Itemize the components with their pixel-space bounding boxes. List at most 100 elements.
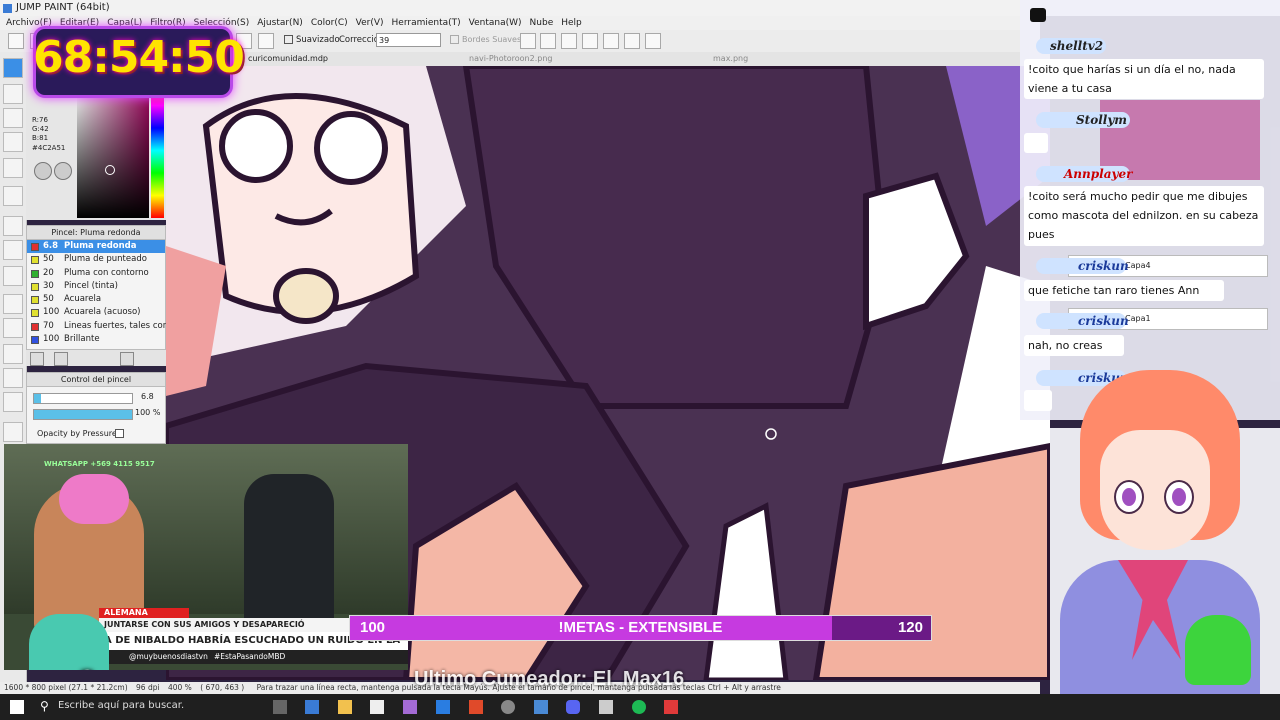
opacity-slider[interactable] <box>33 409 133 420</box>
menu-item[interactable]: Nube <box>530 16 554 30</box>
discord-icon[interactable] <box>566 700 580 714</box>
eyedropper-tool-icon[interactable] <box>3 344 23 364</box>
tool-button-6[interactable] <box>624 33 640 49</box>
brush-size: 20 <box>43 267 54 278</box>
color-b: B:81 <box>32 134 49 142</box>
menu-item[interactable]: Ventana(W) <box>469 16 522 30</box>
correccion-select[interactable]: 39 <box>376 33 441 47</box>
status-dpi: 96 dpi <box>136 683 160 692</box>
brush-size: 100 <box>43 307 60 318</box>
windows-start-icon[interactable] <box>10 700 24 714</box>
suavizado-label: Suavizado <box>296 35 340 45</box>
hue-slider[interactable] <box>151 83 164 218</box>
select-rect-tool-icon[interactable] <box>3 132 23 152</box>
menu-item[interactable]: Ajustar(N) <box>257 16 303 30</box>
brush-name: Pluma de punteado <box>64 254 147 265</box>
brush-item[interactable]: 70 Lineas fuertes, tales con <box>27 320 168 333</box>
fill-rect-tool-icon[interactable] <box>3 216 23 236</box>
brush-name: Pluma redonda <box>64 241 137 251</box>
tool-button-4[interactable] <box>582 33 598 49</box>
lasso-tool-icon[interactable] <box>3 294 23 314</box>
brush-color-swatch <box>31 336 39 345</box>
ticker-line-1: JUNTARSE CON SUS AMIGOS Y DESAPARECIÓ <box>104 620 305 629</box>
tool-button-1[interactable] <box>520 33 536 49</box>
text-tool-icon[interactable] <box>3 422 23 442</box>
brave-icon[interactable] <box>469 700 483 714</box>
brush-item[interactable]: 100 Acuarela (acuoso) <box>27 306 165 319</box>
goal-title: !METAS - EXTENSIBLE <box>558 619 723 636</box>
chat-message <box>1024 133 1048 153</box>
grid-button[interactable] <box>645 33 661 49</box>
tool-button-5[interactable] <box>603 33 619 49</box>
brush-item[interactable]: 30 Pincel (tinta) <box>27 280 165 293</box>
edge-icon[interactable] <box>305 700 319 714</box>
chat-message: !coito que harías si un día el no, nada … <box>1024 59 1264 99</box>
brush-item[interactable]: 50 Acuarela <box>27 293 165 306</box>
brush-name: Acuarela (acuoso) <box>64 307 141 318</box>
new-brush-icon[interactable] <box>54 352 68 366</box>
brush-item[interactable]: 6.8 Pluma redonda <box>27 240 165 254</box>
menu-item[interactable]: Ver(V) <box>356 16 384 30</box>
goal-end: 120 <box>897 619 923 636</box>
brush-item[interactable]: 50 Pluma de punteado <box>27 253 165 266</box>
tool-button-3[interactable] <box>561 33 577 49</box>
color-picker-square[interactable] <box>77 83 149 218</box>
eraser-tool-icon[interactable] <box>3 84 23 104</box>
brush-color-swatch <box>31 322 39 331</box>
pencil-tool-icon[interactable] <box>3 368 23 388</box>
bordes-label: Bordes Suaves <box>462 35 522 44</box>
green-slime <box>1185 615 1251 685</box>
suavizado-checkbox[interactable] <box>284 35 293 44</box>
chat-user: criskun <box>1078 259 1129 273</box>
folder-icon[interactable] <box>120 352 134 366</box>
chat-message: que fetiche tan raro tienes Ann <box>1024 280 1224 301</box>
notion-icon[interactable] <box>370 700 384 714</box>
menu-item[interactable]: Help <box>561 16 582 30</box>
line-tool-icon[interactable] <box>3 158 23 178</box>
bucket-tool-icon[interactable] <box>3 240 23 260</box>
menu-item[interactable]: Color(C) <box>311 16 348 30</box>
task-view-icon[interactable] <box>273 700 287 714</box>
explorer-icon[interactable] <box>338 700 352 714</box>
app-icon-9[interactable] <box>534 700 548 714</box>
add-brush-icon[interactable] <box>30 352 44 366</box>
tool-button-2[interactable] <box>540 33 556 49</box>
pressure-checkbox[interactable] <box>115 429 124 438</box>
menu-item[interactable]: Herramienta(T) <box>392 16 461 30</box>
paint-icon[interactable] <box>403 700 417 714</box>
brush-preset-icon[interactable] <box>34 162 52 180</box>
opacity-value: 100 % <box>135 408 161 417</box>
brush-item[interactable]: 100 Brillante <box>27 333 165 346</box>
bordes-checkbox[interactable] <box>450 35 459 44</box>
move-tool-icon[interactable] <box>3 186 23 206</box>
obs-icon[interactable] <box>501 700 515 714</box>
brush-size: 50 <box>43 254 54 265</box>
brush-size: 100 <box>43 334 60 345</box>
taskbar-search[interactable]: Escribe aquí para buscar. <box>58 700 184 711</box>
tab-curicomunidad[interactable]: curicomunidad.mdp <box>248 52 328 66</box>
undo-button[interactable] <box>8 33 24 49</box>
app-icon <box>3 4 12 13</box>
taskbar: ⚲ Escribe aquí para buscar. <box>0 694 1280 720</box>
blur-tool-icon[interactable] <box>3 392 23 412</box>
size-slider[interactable] <box>33 393 133 404</box>
search-icon[interactable]: ⚲ <box>40 699 49 713</box>
pen-tool-icon[interactable] <box>3 58 23 78</box>
app-icon-11[interactable] <box>599 700 613 714</box>
eraser-preset-icon[interactable] <box>54 162 72 180</box>
reset-view-button[interactable] <box>258 33 274 49</box>
spotify-icon[interactable] <box>632 700 646 714</box>
brush-color-swatch <box>31 309 39 318</box>
tab-navi[interactable]: navi-Photoroon2.png <box>469 52 552 66</box>
brush-size: 30 <box>43 280 54 291</box>
store-icon[interactable] <box>436 700 450 714</box>
tab-max[interactable]: max.png <box>713 52 748 66</box>
brush-name: Acuarela <box>64 294 102 305</box>
handle-text: @muybuenosdiastvn <box>129 652 208 661</box>
last-cumeador: Ultimo Cumeador: El_Max16 <box>414 668 685 690</box>
magic-wand-tool-icon[interactable] <box>3 318 23 338</box>
brush-item[interactable]: 20 Pluma con contorno <box>27 267 165 280</box>
fill-tool-icon[interactable] <box>3 108 23 128</box>
gradient-tool-icon[interactable] <box>3 266 23 286</box>
jump-paint-taskbar-icon[interactable] <box>664 700 678 714</box>
